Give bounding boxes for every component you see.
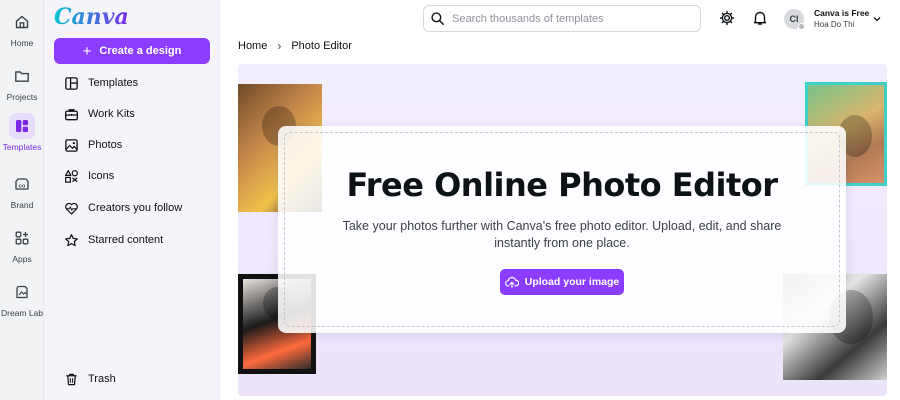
sidebar-item-photos[interactable]: Photos	[54, 132, 210, 158]
chevron-right-icon: ›	[277, 39, 282, 53]
breadcrumb: Home › Photo Editor	[238, 39, 352, 53]
heart-pulse-icon	[65, 202, 78, 215]
icon-rail: Home Projects Templates co Brand Apps Dr…	[0, 0, 44, 400]
bell-icon	[753, 11, 767, 25]
settings-button[interactable]	[717, 8, 737, 28]
rail-item-dream-lab[interactable]: Dream Lab	[0, 279, 44, 318]
plus-icon: +	[82, 42, 92, 60]
upload-image-button[interactable]: Upload your image	[500, 269, 624, 295]
rail-label: Templates	[2, 142, 42, 152]
rail-label: Apps	[12, 254, 32, 264]
breadcrumb-current: Photo Editor	[291, 40, 352, 52]
hero-banner: Free Online Photo Editor Take your photo…	[238, 64, 887, 396]
rail-item-home[interactable]: Home	[0, 9, 44, 48]
page-title: Free Online Photo Editor	[346, 166, 778, 204]
sidebar-item-icons[interactable]: Icons	[54, 163, 210, 189]
sidebar-item-label: Icons	[88, 170, 115, 182]
rail-label: Home	[10, 38, 34, 48]
account-plan: Canva is Free	[814, 8, 870, 18]
trash-icon	[66, 373, 77, 385]
rail-label: Projects	[6, 92, 38, 102]
status-dot	[798, 23, 805, 30]
notifications-button[interactable]	[750, 8, 770, 28]
brand-icon: co	[9, 171, 35, 197]
rail-label: Dream Lab	[0, 308, 44, 318]
rail-item-projects[interactable]: Projects	[0, 63, 44, 102]
image-icon	[65, 138, 78, 152]
layout-icon	[65, 76, 78, 90]
sidebar-item-label: Photos	[88, 139, 123, 151]
apps-icon	[9, 225, 35, 251]
sidebar-item-starred[interactable]: Starred content	[54, 227, 210, 253]
create-design-label: Create a design	[99, 45, 182, 57]
cloud-upload-icon	[504, 276, 519, 288]
sidebar: Canva + Create a design Templates Work K…	[44, 0, 220, 400]
sidebar-item-label: Starred content	[88, 234, 164, 246]
sidebar-item-templates[interactable]: Templates	[54, 70, 210, 96]
search-input[interactable]	[452, 12, 692, 25]
account-info: Canva is Free Hoa Do Thi	[814, 7, 869, 31]
hero-description: Take your photos further with Canva's fr…	[342, 219, 782, 250]
upload-image-label: Upload your image	[524, 276, 620, 288]
star-icon	[65, 233, 78, 246]
sidebar-item-creators[interactable]: Creators you follow	[54, 195, 210, 221]
folder-icon	[9, 63, 35, 89]
sidebar-item-trash[interactable]: Trash	[54, 366, 210, 392]
account-menu[interactable]: CI Canva is Free Hoa Do Thi	[784, 6, 896, 32]
avatar: CI	[784, 9, 805, 30]
svg-text:co: co	[19, 184, 26, 190]
sidebar-item-label: Trash	[88, 373, 116, 385]
sidebar-item-label: Templates	[88, 77, 139, 89]
chevron-down-icon	[873, 17, 881, 22]
search-icon	[431, 12, 444, 25]
rail-item-apps[interactable]: Apps	[0, 225, 44, 264]
avatar-initials: CI	[789, 14, 799, 24]
shapes-icon	[64, 169, 78, 183]
account-name: Hoa Do Thi	[814, 20, 855, 29]
breadcrumb-home[interactable]: Home	[238, 40, 267, 52]
create-design-button[interactable]: + Create a design	[54, 38, 210, 64]
dream-lab-icon	[9, 279, 35, 305]
rail-label: Brand	[10, 200, 34, 210]
rail-item-brand[interactable]: co Brand	[0, 171, 44, 210]
upload-card: Free Online Photo Editor Take your photo…	[278, 126, 846, 333]
templates-icon	[9, 113, 35, 139]
gear-icon	[719, 10, 735, 26]
sidebar-item-work-kits[interactable]: Work Kits	[54, 101, 210, 127]
sidebar-item-label: Work Kits	[88, 108, 135, 120]
home-icon	[9, 9, 35, 35]
canva-logo[interactable]: Canva	[54, 4, 129, 30]
briefcase-icon	[65, 108, 78, 120]
rail-item-templates[interactable]: Templates	[0, 113, 44, 152]
sidebar-item-label: Creators you follow	[88, 202, 183, 214]
search-bar[interactable]	[423, 5, 701, 32]
